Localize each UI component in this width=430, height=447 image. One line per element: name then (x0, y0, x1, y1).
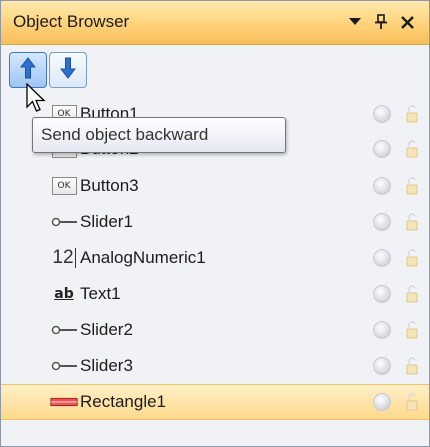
visibility-toggle-icon[interactable] (373, 393, 391, 411)
object-browser-panel: Object Browser Send object backward OK B… (0, 0, 430, 447)
list-item-label: Slider1 (80, 212, 133, 231)
arrow-up-icon (19, 56, 37, 84)
send-backward-button[interactable] (49, 52, 87, 88)
lock-icon[interactable] (405, 247, 419, 269)
list-item-label: Rectangle1 (80, 392, 167, 411)
list-item-label: Slider3 (80, 356, 133, 375)
button-icon: OK (49, 175, 79, 197)
list-item-label: AnalogNumeric1 (80, 248, 206, 267)
visibility-toggle-icon[interactable] (373, 249, 391, 267)
list-item[interactable]: 12 AnalogNumeric1 (1, 240, 429, 276)
order-toolbar (9, 52, 87, 92)
text-icon: ab (54, 286, 74, 302)
visibility-toggle-icon[interactable] (373, 213, 391, 231)
visibility-toggle-icon[interactable] (373, 140, 391, 158)
visibility-toggle-icon[interactable] (373, 105, 391, 123)
lock-icon[interactable] (405, 355, 419, 377)
arrow-down-icon (59, 57, 77, 84)
visibility-toggle-icon[interactable] (373, 177, 391, 195)
pin-icon[interactable] (369, 10, 393, 34)
list-item[interactable]: Slider3 (1, 348, 429, 384)
list-item[interactable]: ab Text1 (1, 276, 429, 312)
list-item-label: Button3 (80, 176, 139, 195)
rectangle-icon (49, 391, 79, 413)
slider-icon (49, 211, 79, 233)
list-item[interactable]: OK Button3 (1, 168, 429, 204)
lock-icon[interactable] (405, 103, 419, 125)
close-icon[interactable] (395, 10, 419, 34)
dropdown-icon[interactable] (343, 10, 367, 34)
numeric-icon: 12 (52, 247, 76, 268)
slider-icon (49, 319, 79, 341)
list-item-selected[interactable]: Rectangle1 (1, 384, 429, 420)
lock-icon[interactable] (405, 138, 419, 160)
list-item[interactable]: Slider2 (1, 312, 429, 348)
list-item-label: Slider2 (80, 320, 133, 339)
panel-titlebar: Object Browser (1, 1, 429, 45)
lock-icon[interactable] (405, 283, 419, 305)
slider-icon (49, 355, 79, 377)
lock-icon[interactable] (405, 391, 419, 413)
lock-icon[interactable] (405, 319, 419, 341)
visibility-toggle-icon[interactable] (373, 285, 391, 303)
visibility-toggle-icon[interactable] (373, 321, 391, 339)
list-item[interactable]: Slider1 (1, 204, 429, 240)
lock-icon[interactable] (405, 175, 419, 197)
visibility-toggle-icon[interactable] (373, 357, 391, 375)
tooltip: Send object backward (32, 117, 286, 153)
list-item-label: Text1 (80, 284, 121, 303)
panel-title: Object Browser (13, 12, 130, 31)
lock-icon[interactable] (405, 211, 419, 233)
tooltip-text: Send object backward (41, 125, 209, 144)
